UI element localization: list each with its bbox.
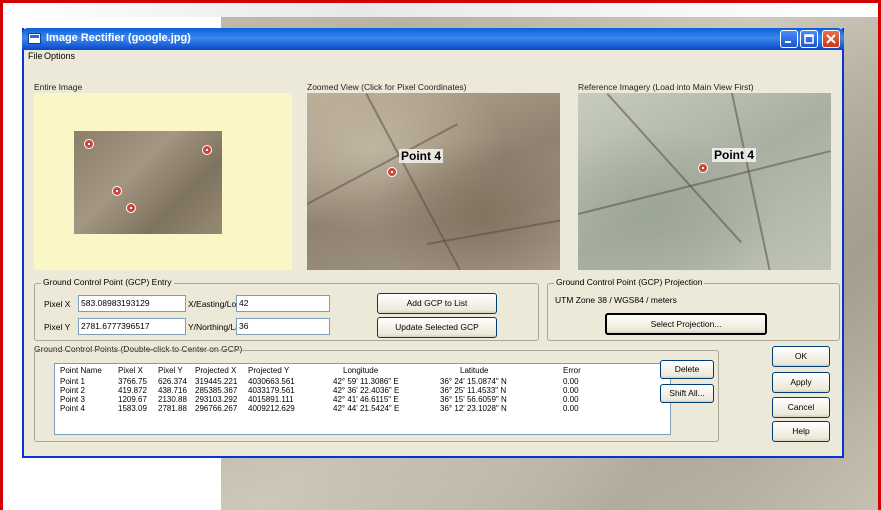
shift-all-button[interactable]: Shift All... <box>660 384 714 403</box>
terrain-line <box>731 93 773 270</box>
image-thumbnail[interactable] <box>74 131 222 234</box>
cell-point-name: Point 4 <box>60 404 85 413</box>
cell-projected-x: 285385.367 <box>195 386 238 395</box>
menu-bar: File Options <box>24 50 842 64</box>
reference-imagery-view[interactable]: Point 4 <box>578 93 831 270</box>
cell-projected-x: 296766.267 <box>195 404 238 413</box>
desktop-top-strip <box>3 3 878 17</box>
ok-button[interactable]: OK <box>772 346 830 367</box>
cell-pixel-y: 438.716 <box>158 386 187 395</box>
cancel-button[interactable]: Cancel <box>772 397 830 418</box>
pixel-x-input[interactable]: 583.08983193129 <box>78 295 186 312</box>
entire-image-view[interactable] <box>34 93 292 270</box>
cell-longitude: 42° 41' 46.6115" E <box>333 395 399 404</box>
cell-longitude: 42° 59' 11.3086" E <box>333 377 399 386</box>
cell-error: 0.00 <box>563 377 579 386</box>
menu-file[interactable]: File <box>28 51 43 61</box>
gcp-entry-title: Ground Control Point (GCP) Entry <box>41 277 174 287</box>
gcp-marker[interactable] <box>698 163 708 173</box>
cell-error: 0.00 <box>563 386 579 395</box>
zoomed-view-label: Zoomed View (Click for Pixel Coordinates… <box>307 82 467 92</box>
cell-pixel-x: 1209.67 <box>118 395 147 404</box>
cell-pixel-x: 3766.75 <box>118 377 147 386</box>
gcp-projection-title: Ground Control Point (GCP) Projection <box>554 277 705 287</box>
cell-latitude: 36° 24' 15.0874" N <box>440 377 507 386</box>
header-projected-y[interactable]: Projected Y <box>248 366 289 375</box>
terrain-line <box>307 123 459 205</box>
header-longitude[interactable]: Longitude <box>343 366 378 375</box>
easting-label: X/Easting/Lon <box>188 299 241 309</box>
cell-point-name: Point 1 <box>60 377 85 386</box>
menu-options[interactable]: Options <box>44 51 75 61</box>
header-point-name[interactable]: Point Name <box>60 366 102 375</box>
cell-pixel-y: 2130.88 <box>158 395 187 404</box>
header-error[interactable]: Error <box>563 366 581 375</box>
add-gcp-button[interactable]: Add GCP to List <box>377 293 497 314</box>
cell-projected-y: 4030663.561 <box>248 377 295 386</box>
help-button[interactable]: Help <box>772 421 830 442</box>
cell-point-name: Point 2 <box>60 386 85 395</box>
app-icon <box>28 33 41 44</box>
pixel-y-input[interactable]: 2781.6777396517 <box>78 318 186 335</box>
zoomed-view[interactable]: Point 4 <box>307 93 560 270</box>
cell-longitude: 42° 36' 22.4036" E <box>333 386 400 395</box>
minimize-button[interactable] <box>780 30 798 48</box>
gcp-marker[interactable] <box>84 139 94 149</box>
cell-pixel-x: 419.872 <box>118 386 147 395</box>
cell-pixel-y: 2781.88 <box>158 404 187 413</box>
northing-label: Y/Northing/Lat <box>188 322 243 332</box>
update-gcp-button[interactable]: Update Selected GCP <box>377 317 497 338</box>
cell-longitude: 42° 44' 21.5424" E <box>333 404 400 413</box>
cell-projected-x: 319445.221 <box>195 377 238 386</box>
window-title: Image Rectifier (google.jpg) <box>46 32 191 44</box>
delete-button[interactable]: Delete <box>660 360 714 379</box>
terrain-line <box>365 93 461 270</box>
easting-input[interactable]: 42 <box>236 295 330 312</box>
entire-image-label: Entire Image <box>34 82 83 92</box>
terrain-line <box>606 93 742 243</box>
cell-point-name: Point 3 <box>60 395 85 404</box>
pixel-x-label: Pixel X <box>44 299 71 309</box>
cell-projected-y: 4033179.561 <box>248 386 295 395</box>
image-rectifier-window: Image Rectifier (google.jpg) File Option… <box>22 28 844 458</box>
maximize-button[interactable] <box>800 30 818 48</box>
cell-error: 0.00 <box>563 395 579 404</box>
cell-error: 0.00 <box>563 404 579 413</box>
cell-pixel-y: 626.374 <box>158 377 187 386</box>
reference-imagery-label: Reference Imagery (Load into Main View F… <box>578 82 754 92</box>
gcp-marker[interactable] <box>126 203 136 213</box>
table-header: Point Name Pixel X Pixel Y Projected X P… <box>55 366 670 377</box>
header-pixel-x[interactable]: Pixel X <box>118 366 143 375</box>
point-label: Point 4 <box>399 149 444 163</box>
cell-latitude: 36° 25' 11.4533" N <box>440 386 507 395</box>
frame-left-border <box>0 0 3 510</box>
projection-text: UTM Zone 38 / WGS84 / meters <box>555 295 677 305</box>
title-bar[interactable]: Image Rectifier (google.jpg) <box>22 28 844 50</box>
cell-projected-y: 4015891.111 <box>248 395 294 404</box>
northing-input[interactable]: 36 <box>236 318 330 335</box>
header-pixel-y[interactable]: Pixel Y <box>158 366 183 375</box>
cell-projected-x: 293103.292 <box>195 395 238 404</box>
terrain-line <box>427 218 560 245</box>
point-label: Point 4 <box>712 148 757 162</box>
cell-latitude: 36° 12' 23.1028" N <box>440 404 507 413</box>
header-projected-x[interactable]: Projected X <box>195 366 236 375</box>
apply-button[interactable]: Apply <box>772 372 830 393</box>
terrain-line <box>578 150 831 215</box>
table-row[interactable]: Point 4 1583.09 2781.88 296766.267 40092… <box>55 404 670 415</box>
header-latitude[interactable]: Latitude <box>460 366 488 375</box>
close-button[interactable] <box>822 30 840 48</box>
gcp-table[interactable]: Point Name Pixel X Pixel Y Projected X P… <box>54 363 671 435</box>
select-projection-button[interactable]: Select Projection... <box>605 313 767 335</box>
cell-projected-y: 4009212.629 <box>248 404 295 413</box>
cell-latitude: 36° 15' 56.6059" N <box>440 395 507 404</box>
gcp-marker[interactable] <box>202 145 212 155</box>
pixel-y-label: Pixel Y <box>44 322 71 332</box>
gcp-marker[interactable] <box>387 167 397 177</box>
cell-pixel-x: 1583.09 <box>118 404 147 413</box>
gcp-marker[interactable] <box>112 186 122 196</box>
